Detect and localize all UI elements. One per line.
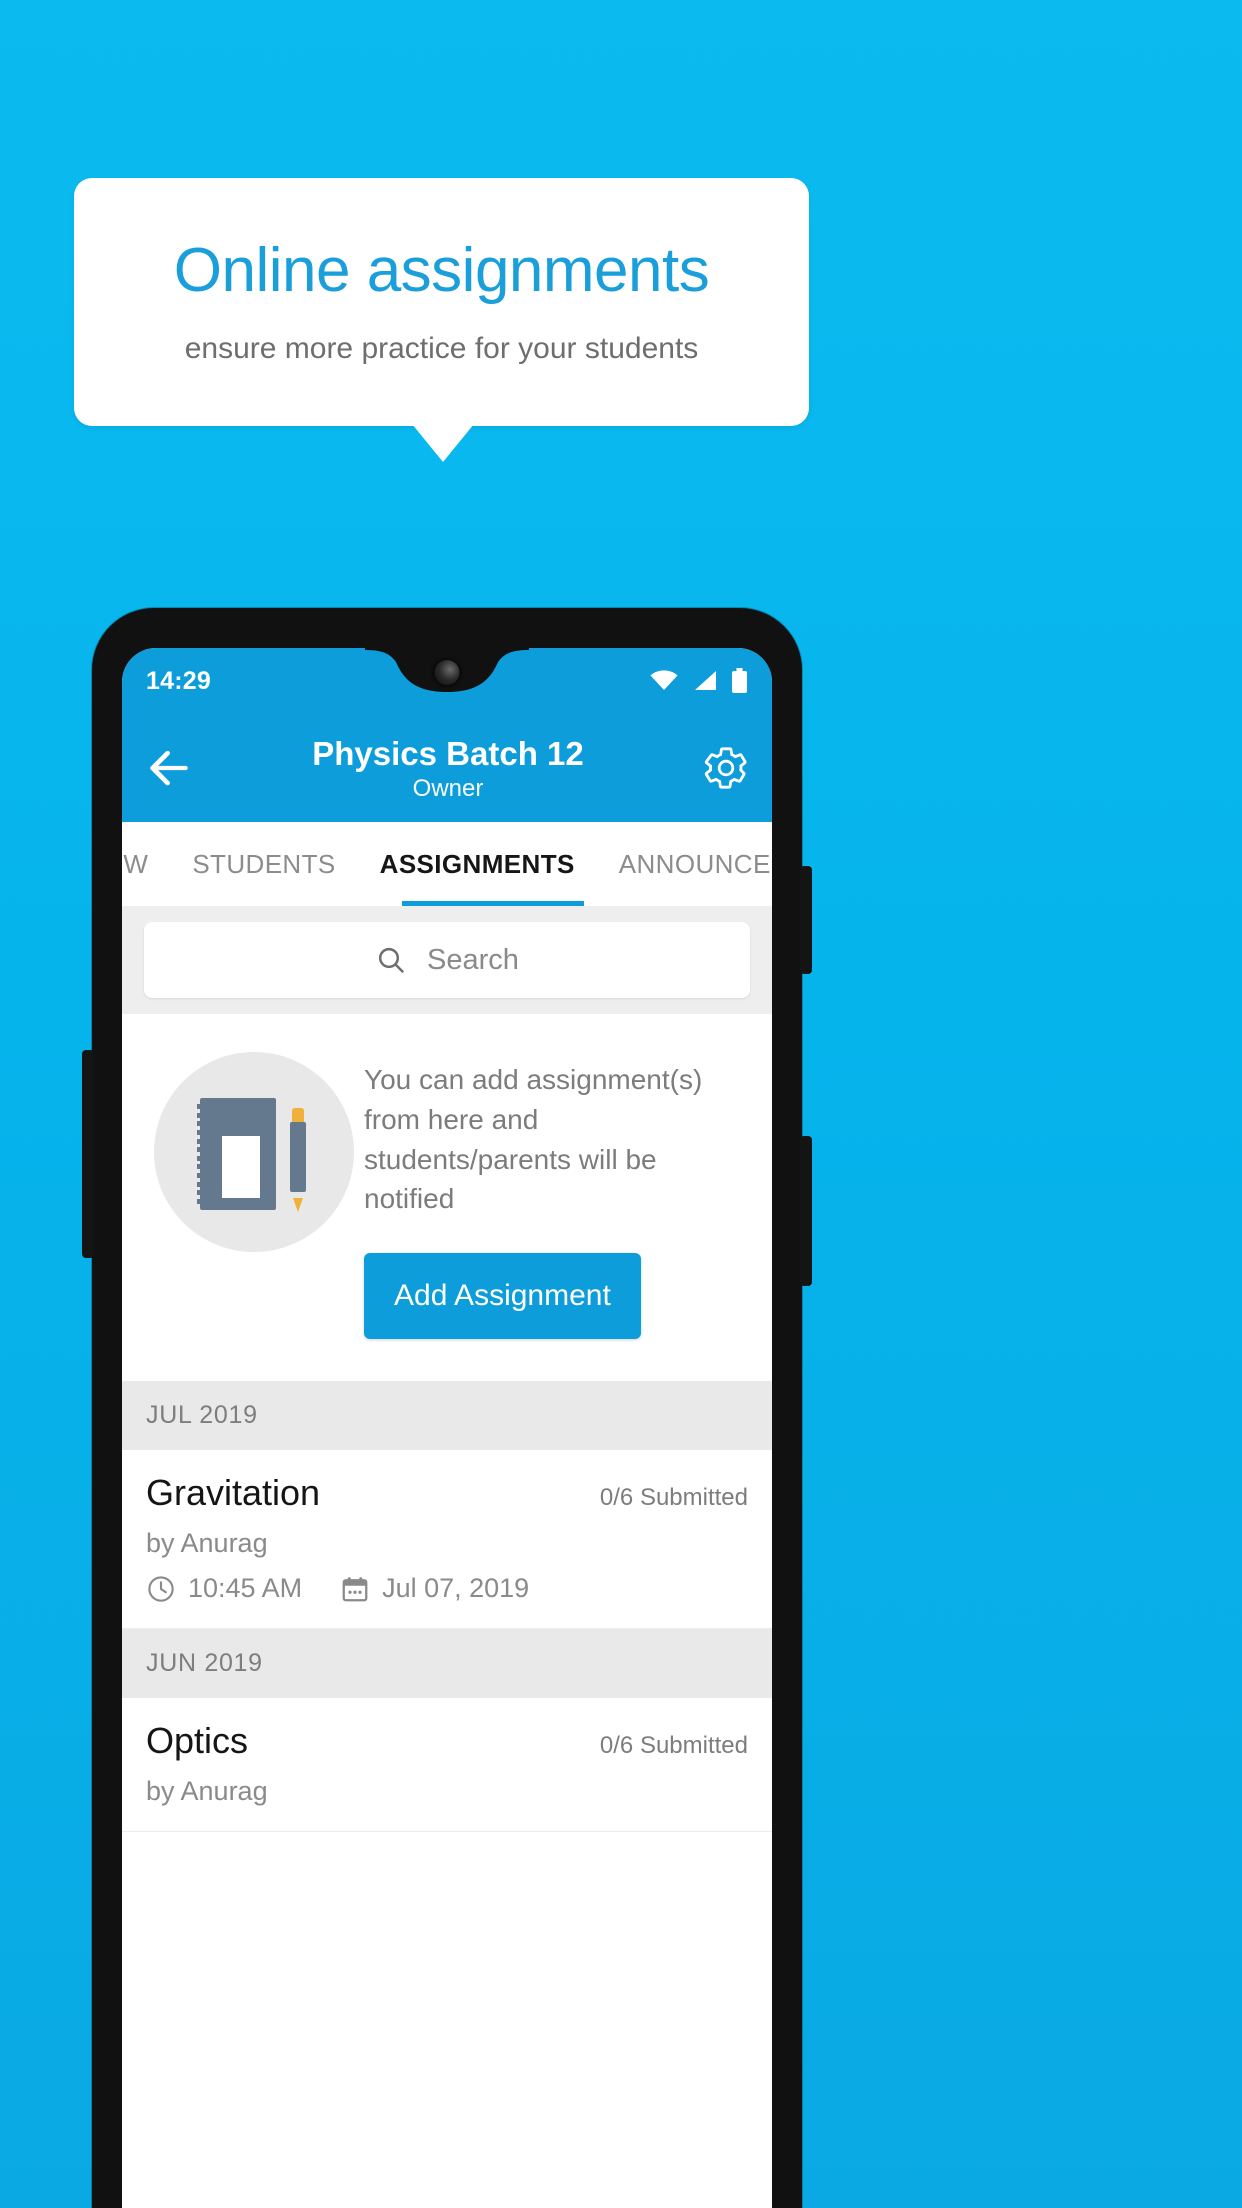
front-camera	[434, 660, 460, 685]
notebook-spiral	[197, 1104, 206, 1204]
tab-overview[interactable]: IEW	[122, 849, 170, 880]
app-bar: Physics Batch 12 Owner	[122, 714, 772, 822]
section-header-jul-2019: JUL 2019	[122, 1381, 772, 1450]
phone-volume-button[interactable]	[800, 1136, 812, 1286]
tab-active-indicator	[402, 901, 584, 906]
list-item[interactable]: Optics 0/6 Submitted by Anurag	[122, 1698, 772, 1832]
wifi-icon	[650, 670, 678, 690]
notebook-page	[222, 1136, 260, 1198]
notebook-shape	[197, 1098, 276, 1210]
pen-shape	[290, 1108, 306, 1212]
search-placeholder: Search	[427, 943, 519, 976]
page-title: Physics Batch 12	[312, 735, 584, 773]
empty-state-message: You can add assignment(s) from here and …	[364, 1064, 703, 1215]
page-subtitle: Owner	[412, 775, 484, 803]
assignment-author: by Anurag	[146, 1528, 268, 1558]
signal-icon	[695, 671, 716, 690]
status-bar: 14:29	[122, 648, 772, 714]
search-icon	[378, 947, 404, 973]
assignment-title: Optics	[146, 1720, 249, 1761]
app-bar-titles: Physics Batch 12 Owner	[194, 735, 702, 804]
assignment-submitted-count: 0/6 Submitted	[599, 1732, 748, 1759]
tab-assignments[interactable]: ASSIGNMENTS	[358, 849, 597, 880]
pen-body	[290, 1122, 306, 1192]
phone-side-button[interactable]	[82, 1050, 94, 1258]
phone-mockup: 14:29 Physics Batch 12 Owner W STUDENTS …	[82, 608, 812, 2208]
gear-icon[interactable]	[702, 744, 750, 792]
assignment-title: Gravitation	[146, 1472, 321, 1513]
list-item[interactable]: Gravitation 0/6 Submitted by Anurag 10:4…	[122, 1450, 772, 1629]
calendar-icon	[342, 1576, 368, 1601]
search-section: Search	[122, 906, 772, 1014]
section-header-jun-2019: JUN 2019	[122, 1629, 772, 1698]
phone-power-button[interactable]	[800, 866, 812, 974]
pen-tip	[293, 1198, 303, 1212]
empty-state-content: You can add assignment(s) from here and …	[364, 1046, 748, 1339]
phone-screen: 14:29 Physics Batch 12 Owner W STUDENTS …	[122, 648, 772, 2208]
promo-callout-card: Online assignments ensure more practice …	[74, 178, 809, 426]
assignment-header: Optics 0/6 Submitted	[146, 1720, 748, 1762]
assignment-author: by Anurag	[146, 1776, 268, 1806]
back-arrow-icon[interactable]	[144, 743, 194, 793]
tab-bar: IEW STUDENTS ASSIGNMENTS ANNOUNCEM	[122, 822, 772, 906]
assignment-submitted-count: 0/6 Submitted	[599, 1484, 748, 1511]
empty-state-card: You can add assignment(s) from here and …	[122, 1014, 772, 1381]
battery-icon	[732, 668, 747, 693]
promo-subtitle: ensure more practice for your students	[184, 331, 699, 365]
assignment-time: 10:45 AM	[188, 1573, 303, 1603]
add-assignment-button[interactable]: Add Assignment	[364, 1253, 641, 1339]
search-input[interactable]: Search	[144, 922, 750, 998]
status-bar-icons	[649, 668, 748, 694]
promo-title: Online assignments	[173, 236, 710, 306]
assignment-date: Jul 07, 2019	[382, 1573, 530, 1603]
promo-callout-tail	[412, 424, 474, 462]
notebook-and-pen-icon	[154, 1052, 354, 1252]
clock-icon	[148, 1575, 174, 1602]
tab-announcements[interactable]: ANNOUNCEM	[597, 849, 772, 880]
assignment-header: Gravitation 0/6 Submitted	[146, 1472, 748, 1514]
status-bar-clock: 14:29	[146, 666, 211, 695]
assignment-meta: 10:45 AM Jul 07, 2019	[146, 1573, 748, 1604]
tab-students[interactable]: STUDENTS	[170, 849, 357, 880]
